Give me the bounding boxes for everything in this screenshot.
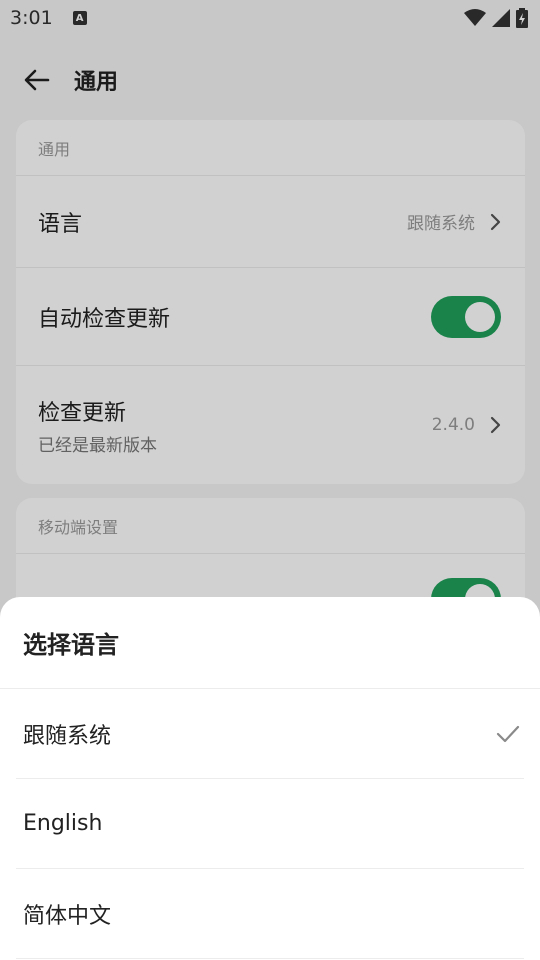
option-label: 简体中文 xyxy=(23,903,112,929)
option-label: English xyxy=(23,811,103,836)
language-bottom-sheet: 选择语言 跟随系统 English 简体中文 xyxy=(0,597,540,960)
language-option-simplified-chinese[interactable]: 简体中文 xyxy=(16,869,524,959)
checkmark-icon xyxy=(496,725,520,742)
language-option-follow-system[interactable]: 跟随系统 xyxy=(16,689,524,779)
language-option-english[interactable]: English xyxy=(16,779,524,869)
sheet-title: 选择语言 xyxy=(0,597,540,689)
option-label: 跟随系统 xyxy=(23,723,112,749)
